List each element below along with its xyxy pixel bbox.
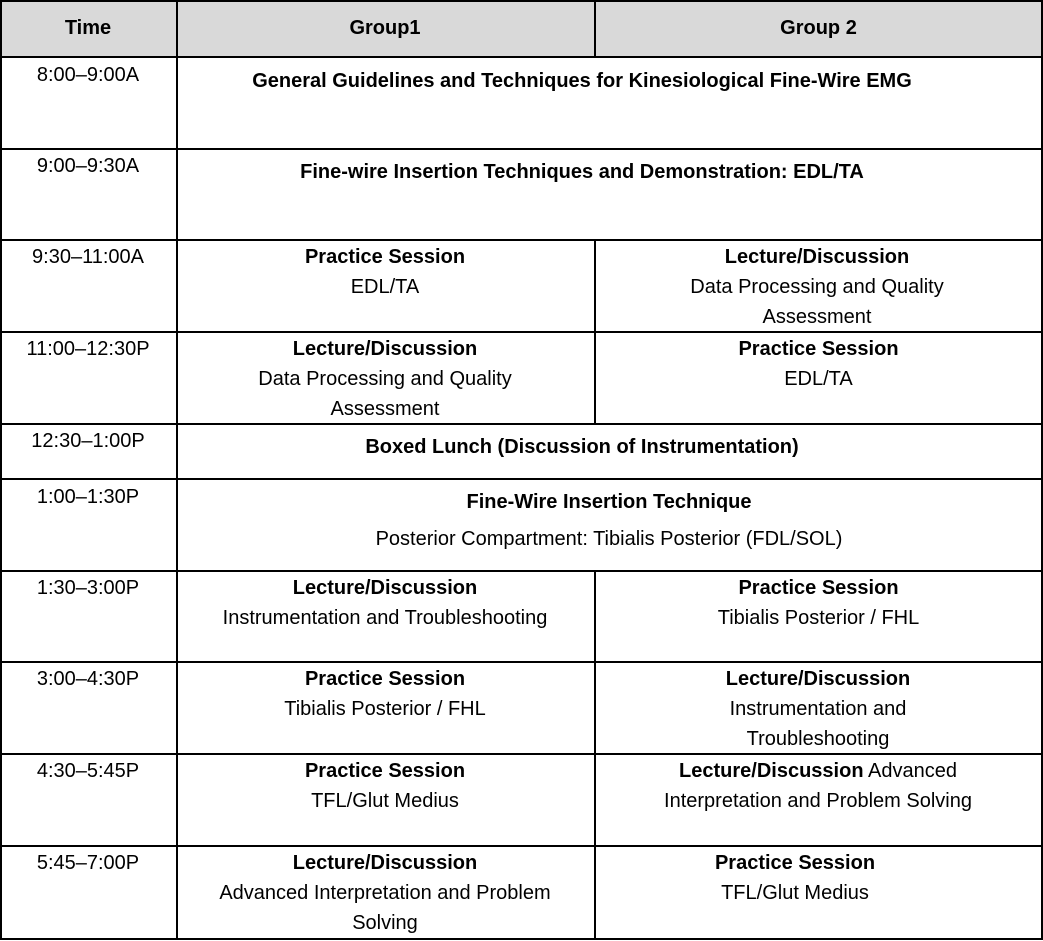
time-cell: 9:30–11:00A (32, 246, 144, 268)
session-topic: Instrumentation and Troubleshooting (222, 607, 548, 629)
time-cell: 12:30–1:00P (31, 430, 145, 452)
session-topic: Tibialis Posterior / FHL (284, 698, 486, 720)
time-cell: 4:30–5:45P (36, 760, 140, 782)
rule (0, 0, 1043, 2)
rule (0, 938, 1043, 940)
group1-cell: Lecture/Discussion Data Processing and Q… (220, 334, 550, 424)
rule (0, 239, 1043, 241)
group1-cell: Practice Session TFL/Glut Medius (176, 756, 594, 816)
rule (594, 239, 596, 424)
group1-cell: Lecture/Discussion Instrumentation and T… (176, 573, 594, 633)
session-topic: TFL/Glut Medius (721, 882, 869, 904)
session-span: Fine-wire Insertion Techniques and Demon… (176, 157, 988, 187)
time-cell: 1:00–1:30P (36, 486, 140, 508)
session-topic: Tibialis Posterior / FHL (717, 607, 920, 629)
header-time: Time (0, 0, 176, 57)
rule (1041, 0, 1043, 940)
group1-cell: Practice Session EDL/TA (176, 242, 594, 302)
group2-cell: Lecture/Discussion Data Processing and Q… (652, 242, 982, 332)
session-title: Lecture/Discussion (679, 760, 864, 782)
time-cell: 9:00–9:30A (36, 155, 140, 177)
group1-cell: Practice Session Tibialis Posterior / FH… (176, 664, 594, 724)
rule (0, 845, 1043, 847)
schedule-table: Time Group1 Group 2 8:00–9:00A General G… (0, 0, 1043, 941)
rule (0, 478, 1043, 480)
session-span: General Guidelines and Techniques for Ki… (176, 66, 988, 96)
rule (0, 148, 1043, 150)
session-title: Lecture/Discussion (725, 668, 911, 690)
time-cell: 8:00–9:00A (36, 64, 140, 86)
session-topic: TFL/Glut Medius (311, 790, 459, 812)
session-title: Practice Session (738, 577, 899, 599)
session-topic: EDL/TA (784, 368, 853, 390)
session-topic: Advanced Interpretation and Problem Solv… (219, 882, 551, 934)
group2-cell: Lecture/Discussion Instrumentation and T… (678, 664, 958, 754)
header-group1: Group1 (176, 0, 594, 57)
session-title: Fine-Wire Insertion Technique (466, 491, 752, 513)
session-topic: Instrumentation and Troubleshooting (729, 698, 907, 750)
session-title: Fine-wire Insertion Techniques and Demon… (300, 161, 864, 183)
rule (0, 56, 1043, 58)
time-cell: 1:30–3:00P (36, 577, 140, 599)
session-title: Lecture/Discussion (292, 852, 478, 874)
rule (0, 0, 2, 940)
session-title: Boxed Lunch (Discussion of Instrumentati… (365, 436, 799, 458)
session-topic: EDL/TA (350, 276, 420, 298)
group2-cell: Practice Session EDL/TA (594, 334, 1043, 394)
session-title: Lecture/Discussion (292, 577, 478, 599)
session-title: Practice Session (714, 852, 876, 874)
time-cell: 11:00–12:30P (26, 338, 150, 360)
rule (0, 570, 1043, 572)
header-group2: Group 2 (594, 0, 1043, 57)
session-title: Lecture/Discussion (292, 338, 478, 360)
session-title: General Guidelines and Techniques for Ki… (252, 70, 912, 92)
rule (0, 661, 1043, 663)
session-span: Fine-Wire Insertion Technique Posterior … (176, 487, 1042, 554)
group2-cell: Practice Session TFL/Glut Medius (594, 848, 996, 908)
session-title: Lecture/Discussion (724, 246, 910, 268)
session-span: Boxed Lunch (Discussion of Instrumentati… (176, 432, 988, 462)
session-title: Practice Session (304, 668, 466, 690)
rule (594, 0, 596, 57)
session-topic: Data Processing and Quality Assessment (690, 276, 944, 328)
session-title: Practice Session (304, 246, 466, 268)
group2-cell: Practice Session Tibialis Posterior / FH… (594, 573, 1043, 633)
session-topic: Posterior Compartment: Tibialis Posterio… (375, 528, 843, 550)
session-title: Practice Session (738, 338, 899, 360)
group2-cell: Lecture/Discussion Advanced Interpretati… (660, 756, 976, 816)
session-title: Practice Session (304, 760, 466, 782)
session-topic: Data Processing and Quality Assessment (258, 368, 512, 420)
time-cell: 5:45–7:00P (36, 852, 140, 874)
time-cell: 3:00–4:30P (36, 668, 140, 690)
group1-cell: Lecture/Discussion Advanced Interpretati… (186, 848, 584, 938)
